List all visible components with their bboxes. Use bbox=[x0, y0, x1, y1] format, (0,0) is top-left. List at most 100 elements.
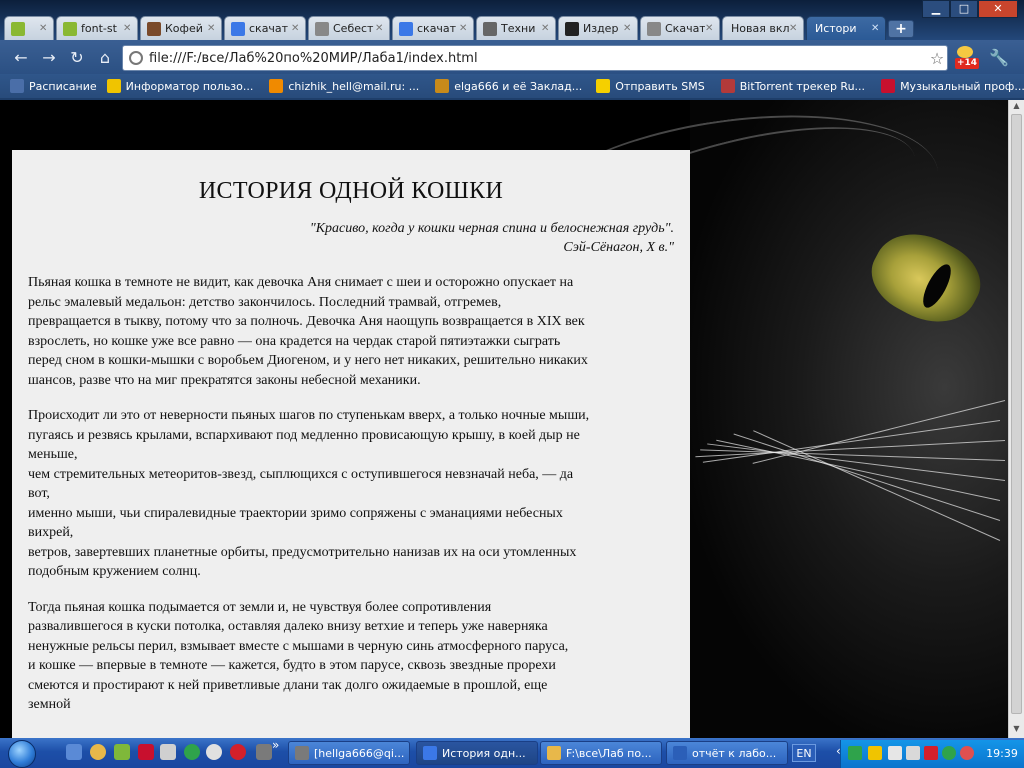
paragraph-line: Пьяная кошка в темноте не видит, как дев… bbox=[28, 275, 574, 290]
tab-6[interactable]: Техни ✕ bbox=[476, 16, 556, 40]
reload-button[interactable]: ↻ bbox=[66, 48, 88, 68]
quicklaunch-chevron[interactable]: » bbox=[272, 738, 279, 752]
google-icon bbox=[399, 21, 413, 36]
article-body: Пьяная кошка в темноте не видит, как дев… bbox=[28, 273, 674, 715]
minimize-button[interactable]: ▁ bbox=[922, 0, 950, 18]
app-quicklaunch-icon[interactable] bbox=[138, 744, 154, 760]
maximize-button[interactable]: □ bbox=[950, 0, 978, 18]
tab-label: font-st bbox=[81, 22, 117, 35]
bookmark-favicon-icon bbox=[596, 79, 611, 93]
bookmark-item[interactable]: BitTorrent трекер Ru... bbox=[720, 79, 865, 93]
article-paragraph: Тогда пьяная кошка подымается от земли и… bbox=[28, 598, 674, 715]
bookmark-item[interactable]: elga666 и её Заклад... bbox=[435, 79, 582, 93]
tab-close-icon[interactable]: ✕ bbox=[871, 23, 881, 34]
tray-volume-icon[interactable] bbox=[960, 746, 974, 760]
language-indicator[interactable]: EN bbox=[792, 744, 816, 762]
taskbar-task[interactable]: отчёт к лабо... bbox=[666, 741, 788, 765]
tab-close-icon[interactable]: ✕ bbox=[623, 23, 633, 34]
taskbar-task[interactable]: [hellga666@qi... bbox=[288, 741, 410, 765]
wrench-menu-icon[interactable]: 🔧 bbox=[988, 48, 1010, 68]
url-text[interactable]: file:///F:/все/Лаб%20по%20МИР/Лаба1/inde… bbox=[149, 51, 927, 66]
bookmark-label: Информатор пользо... bbox=[125, 79, 254, 93]
tab-close-icon[interactable]: ✕ bbox=[207, 23, 217, 34]
tab-5[interactable]: скачат ✕ bbox=[392, 16, 474, 40]
tab-close-icon[interactable]: ✕ bbox=[705, 23, 715, 34]
tab-close-icon[interactable]: ✕ bbox=[459, 23, 469, 34]
tab-close-icon[interactable]: ✕ bbox=[39, 23, 49, 34]
globe-icon bbox=[315, 21, 329, 36]
task-app-icon bbox=[547, 746, 561, 760]
paragraph-line: вот, bbox=[28, 486, 50, 501]
bookmark-item[interactable]: Информатор пользо... bbox=[106, 79, 254, 93]
scroll-up-icon[interactable]: ▲ bbox=[1009, 101, 1024, 113]
address-bar[interactable]: file:///F:/все/Лаб%20по%20МИР/Лаба1/inde… bbox=[122, 45, 948, 71]
tab-0[interactable]: ✕ bbox=[4, 16, 54, 40]
page-scrollbar[interactable]: ▲ ▼ bbox=[1008, 100, 1024, 738]
tab-close-icon[interactable]: ✕ bbox=[375, 23, 385, 34]
extension-badge: +14 bbox=[955, 58, 980, 69]
bookmark-item[interactable]: Расписание bbox=[10, 79, 97, 93]
paragraph-line: вихрей, bbox=[28, 525, 74, 540]
scroll-down-icon[interactable]: ▼ bbox=[1009, 724, 1024, 736]
weather-extension-button[interactable]: +14 bbox=[955, 46, 980, 70]
bookmark-star-icon[interactable]: ☆ bbox=[927, 49, 947, 68]
opera-quicklaunch-icon[interactable] bbox=[230, 744, 246, 760]
new-tab-button[interactable]: + bbox=[888, 20, 914, 38]
tab-2[interactable]: Кофей ✕ bbox=[140, 16, 222, 40]
paragraph-line: перед сном в кошки-мышки с воробьем Диог… bbox=[28, 353, 588, 368]
tab-close-icon[interactable]: ✕ bbox=[291, 23, 301, 34]
taskbar-task[interactable]: История одн... bbox=[416, 741, 538, 765]
tab-label: скачат bbox=[249, 22, 289, 35]
tray-app-icon[interactable] bbox=[888, 746, 902, 760]
app-quicklaunch-icon[interactable] bbox=[160, 744, 176, 760]
back-button[interactable]: ← bbox=[10, 48, 32, 68]
tray-app-icon[interactable] bbox=[868, 746, 882, 760]
bookmark-label: Отправить SMS bbox=[615, 79, 705, 93]
bookmark-item[interactable]: chizhik_hell@mail.ru: ... bbox=[269, 79, 419, 93]
tab-close-icon[interactable]: ✕ bbox=[541, 23, 551, 34]
bookmark-item[interactable]: Музыкальный проф... bbox=[881, 79, 1024, 93]
task-app-icon bbox=[673, 746, 687, 760]
paragraph-line: взрослеть, но кошке уже все равно — она … bbox=[28, 333, 561, 349]
scrollbar-thumb[interactable] bbox=[1011, 114, 1022, 714]
tab-9[interactable]: Новая вкл ✕ bbox=[722, 16, 804, 40]
taskbar-task[interactable]: F:\все\Лаб по... bbox=[540, 741, 662, 765]
tab-7[interactable]: Издер ✕ bbox=[558, 16, 638, 40]
tab-1[interactable]: font-st ✕ bbox=[56, 16, 138, 40]
paragraph-line: Тогда пьяная кошка подымается от земли и… bbox=[28, 599, 492, 615]
tab-close-icon[interactable]: ✕ bbox=[789, 23, 799, 34]
tab-label: Новая вкл bbox=[731, 22, 789, 35]
tray-utorrent-icon[interactable] bbox=[942, 746, 956, 760]
bookmark-item[interactable]: Отправить SMS bbox=[596, 79, 705, 93]
article-panel: ИСТОРИЯ ОДНОЙ КОШКИ "Красиво, когда у ко… bbox=[12, 150, 690, 750]
app-quicklaunch-icon[interactable] bbox=[206, 744, 222, 760]
tab-10[interactable]: Истори ✕ bbox=[806, 16, 886, 40]
app-quicklaunch-icon[interactable] bbox=[114, 744, 130, 760]
forward-button[interactable]: → bbox=[38, 48, 60, 68]
tab-label: Истори bbox=[815, 22, 857, 35]
tab-3[interactable]: скачат ✕ bbox=[224, 16, 306, 40]
bookmark-favicon-icon bbox=[435, 79, 450, 93]
tab-label: Скачат bbox=[665, 22, 705, 35]
epigraph-quote: "Красиво, когда у кошки черная спина и б… bbox=[309, 221, 674, 236]
utorrent-quicklaunch-icon[interactable] bbox=[184, 744, 200, 760]
tab-4[interactable]: Себест ✕ bbox=[308, 16, 390, 40]
tray-network-icon[interactable] bbox=[848, 746, 862, 760]
chrome-quicklaunch-icon[interactable] bbox=[90, 744, 106, 760]
paragraph-line: превращается в тыкву, потому что за полн… bbox=[28, 314, 585, 329]
start-button[interactable] bbox=[0, 738, 48, 768]
close-window-button[interactable]: ✕ bbox=[978, 0, 1018, 18]
home-button[interactable]: ⌂ bbox=[94, 48, 116, 68]
bookmark-favicon-icon bbox=[106, 79, 121, 93]
windows-orb-icon bbox=[8, 740, 36, 768]
app-quicklaunch-icon[interactable] bbox=[256, 744, 272, 760]
bookmark-favicon-icon bbox=[720, 79, 735, 93]
tab-close-icon[interactable]: ✕ bbox=[123, 23, 133, 34]
tray-app-icon[interactable] bbox=[906, 746, 920, 760]
show-desktop-icon[interactable] bbox=[66, 744, 82, 760]
tray-app-icon[interactable] bbox=[924, 746, 938, 760]
page-info-icon[interactable] bbox=[129, 51, 143, 65]
weather-sun-icon bbox=[957, 46, 973, 58]
task-app-icon bbox=[423, 746, 437, 760]
tab-8[interactable]: Скачат ✕ bbox=[640, 16, 720, 40]
